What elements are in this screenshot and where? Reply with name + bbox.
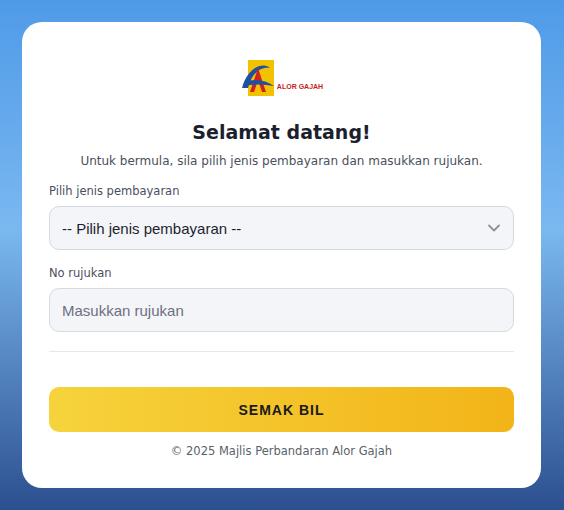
payment-type-select[interactable]: -- Pilih jenis pembayaran --: [49, 206, 514, 250]
logo: ALOR GAJAH: [49, 58, 514, 98]
check-bill-button[interactable]: SEMAK BIL: [49, 387, 514, 432]
reference-label: No rujukan: [49, 265, 514, 281]
welcome-subtitle: Untuk bermula, sila pilih jenis pembayar…: [49, 152, 514, 170]
council-logo-icon: [240, 58, 276, 98]
reference-input[interactable]: [49, 288, 514, 332]
welcome-title: Selamat datang!: [49, 119, 514, 145]
payment-type-label: Pilih jenis pembayaran: [49, 183, 514, 199]
chevron-down-icon: [487, 221, 501, 235]
logo-text: ALOR GAJAH: [277, 83, 323, 90]
divider: [49, 351, 514, 352]
payment-type-value: -- Pilih jenis pembayaran --: [62, 220, 241, 237]
background-photo: ALOR GAJAH Selamat datang! Untuk bermula, …: [0, 0, 564, 510]
login-card: ALOR GAJAH Selamat datang! Untuk bermula, …: [22, 22, 541, 488]
footer-copyright: © 2025 Majlis Perbandaran Alor Gajah: [49, 443, 514, 459]
